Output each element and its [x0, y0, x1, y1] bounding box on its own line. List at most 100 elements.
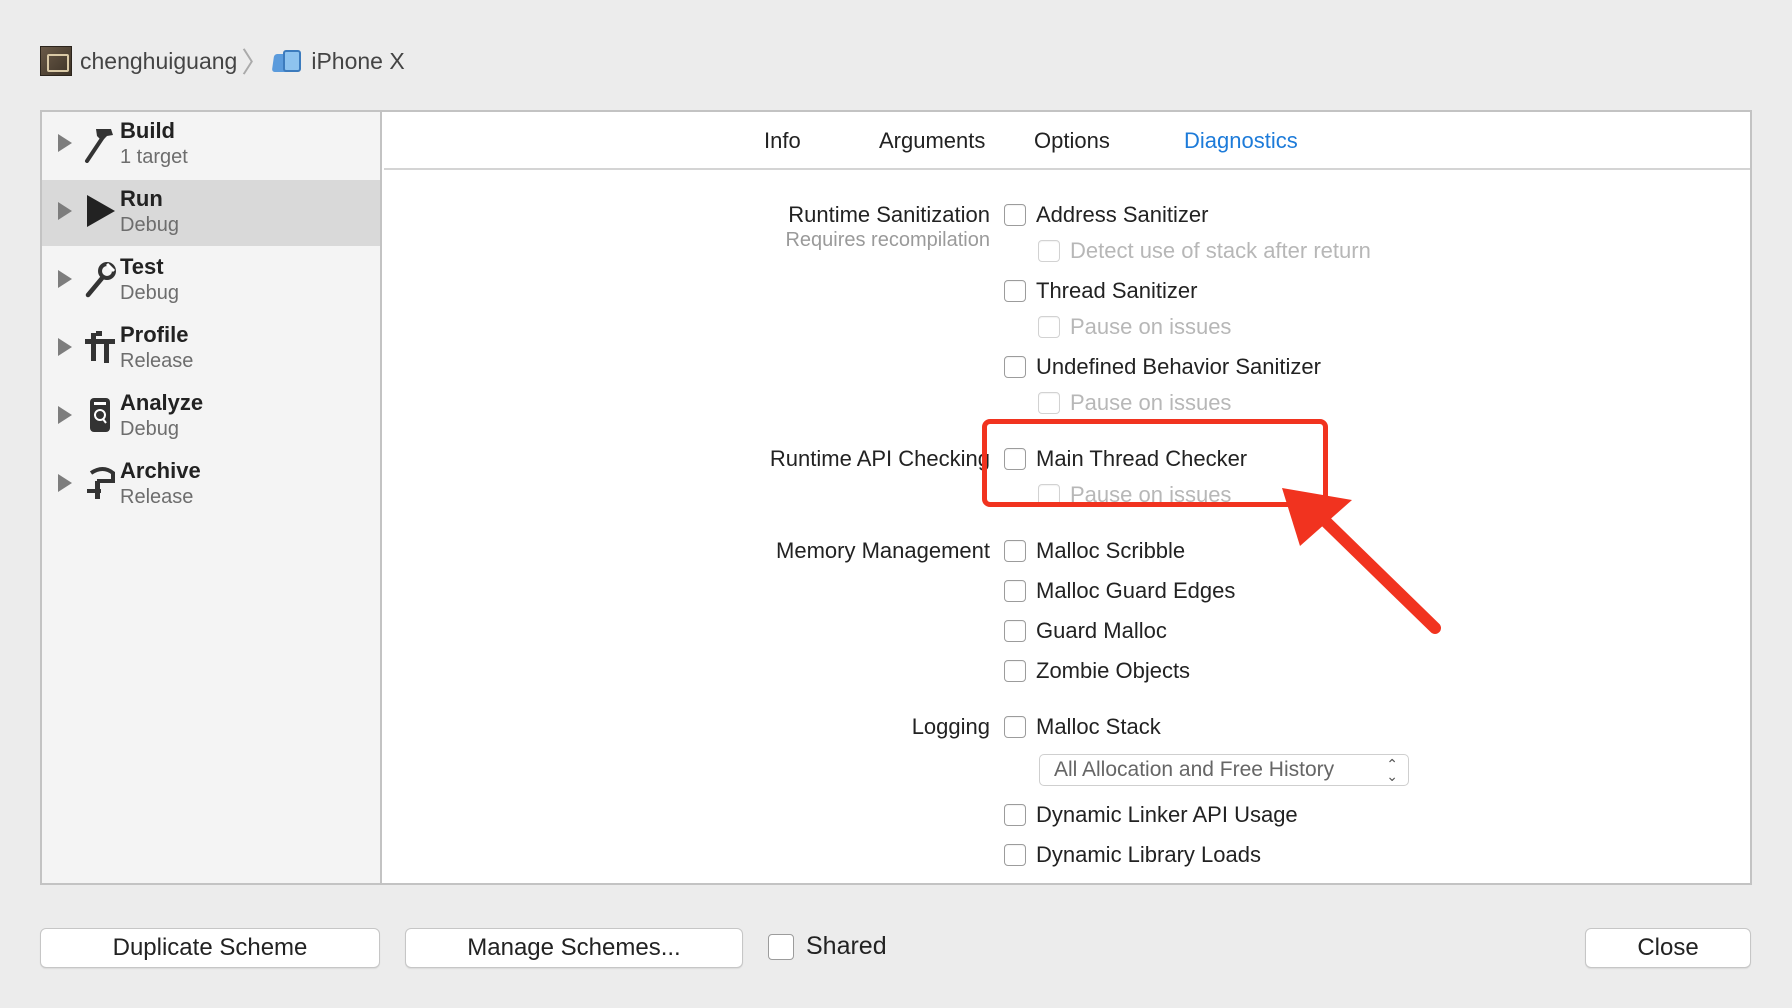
scheme-editor-panel: Build 1 target Run Debug Test Debug Prof… — [40, 110, 1752, 885]
option-label: Malloc Scribble — [1036, 538, 1186, 563]
sidebar-item-subtitle: Debug — [120, 282, 179, 304]
disclosure-triangle-icon[interactable] — [58, 406, 72, 424]
analyze-icon — [82, 394, 118, 436]
section-label-runtime-api-checking: Runtime API Checking — [769, 446, 990, 471]
tab-arguments[interactable]: Arguments — [879, 128, 985, 154]
tab-options[interactable]: Options — [1034, 128, 1110, 154]
checkbox-box[interactable] — [1004, 580, 1026, 602]
option-label: Detect use of stack after return — [1070, 238, 1371, 263]
detect-stack-after-return-checkbox: Detect use of stack after return — [1038, 238, 1371, 264]
zombie-objects-checkbox[interactable]: Zombie Objects — [1004, 658, 1190, 684]
dynamic-library-loads-checkbox[interactable]: Dynamic Library Loads — [1004, 842, 1261, 868]
hammer-icon — [82, 122, 118, 164]
checkbox-box — [1038, 240, 1060, 262]
option-label: Pause on issues — [1070, 314, 1232, 339]
option-label: Malloc Guard Edges — [1036, 578, 1236, 603]
tab-diagnostics[interactable]: Diagnostics — [1184, 128, 1298, 154]
popup-chevron-icon: ⌃ ⌄ — [1386, 756, 1398, 784]
sidebar-item-title: Build — [120, 118, 175, 143]
address-sanitizer-checkbox[interactable]: Address Sanitizer — [1004, 202, 1208, 228]
sidebar-item-subtitle: Release — [120, 350, 194, 372]
disclosure-triangle-icon[interactable] — [58, 338, 72, 356]
malloc-guard-edges-checkbox[interactable]: Malloc Guard Edges — [1004, 578, 1235, 604]
malloc-stack-checkbox[interactable]: Malloc Stack — [1004, 714, 1161, 740]
malloc-scribble-checkbox[interactable]: Malloc Scribble — [1004, 538, 1185, 564]
checkbox-box[interactable] — [1004, 448, 1026, 470]
disclosure-triangle-icon[interactable] — [58, 202, 72, 220]
breadcrumb-device[interactable]: iPhone X — [311, 48, 404, 75]
manage-schemes-button[interactable]: Manage Schemes... — [405, 928, 743, 968]
disclosure-triangle-icon[interactable] — [58, 270, 72, 288]
checkbox-box[interactable] — [1004, 660, 1026, 682]
duplicate-scheme-button[interactable]: Duplicate Scheme — [40, 928, 380, 968]
section-label-memory-management: Memory Management — [776, 538, 990, 563]
checkbox-box[interactable] — [1004, 540, 1026, 562]
project-icon — [40, 46, 72, 76]
thread-sanitizer-checkbox[interactable]: Thread Sanitizer — [1004, 278, 1197, 304]
sidebar-item-subtitle: Debug — [120, 418, 179, 440]
main-thread-checker-pause-checkbox: Pause on issues — [1038, 482, 1231, 508]
checkbox-box[interactable] — [1004, 844, 1026, 866]
diagnostics-pane: Runtime Sanitization Requires recompilat… — [384, 172, 1750, 883]
sidebar-item-title: Profile — [120, 322, 189, 347]
checkbox-box[interactable] — [1004, 804, 1026, 826]
checkbox-box — [1038, 484, 1060, 506]
sidebar-item-test[interactable]: Test Debug — [42, 248, 380, 314]
sidebar-item-run[interactable]: Run Debug — [42, 180, 380, 246]
sidebar-item-analyze[interactable]: Analyze Debug — [42, 384, 380, 450]
checkbox-box[interactable] — [1004, 356, 1026, 378]
checkbox-box — [1038, 392, 1060, 414]
sidebar-item-archive[interactable]: Archive Release — [42, 452, 380, 518]
play-icon — [82, 190, 118, 232]
option-label: Undefined Behavior Sanitizer — [1036, 354, 1321, 379]
option-label: Main Thread Checker — [1036, 446, 1248, 471]
section-note-requires-recompilation: Requires recompilation — [785, 229, 990, 251]
thread-sanitizer-pause-checkbox: Pause on issues — [1038, 314, 1231, 340]
sidebar-item-profile[interactable]: Profile Release — [42, 316, 380, 382]
option-label: Guard Malloc — [1036, 618, 1167, 643]
tab-info[interactable]: Info — [764, 128, 801, 154]
option-label: Pause on issues — [1070, 390, 1232, 415]
checkbox-box[interactable] — [1004, 716, 1026, 738]
checkbox-box[interactable] — [1004, 620, 1026, 642]
guard-malloc-checkbox[interactable]: Guard Malloc — [1004, 618, 1167, 644]
tab-bar: Info Arguments Options Diagnostics — [384, 112, 1750, 170]
close-button[interactable]: Close — [1585, 928, 1751, 968]
checkbox-box — [1038, 316, 1060, 338]
breadcrumb: chenghuiguang 〉 iPhone X — [40, 44, 405, 78]
option-label: Thread Sanitizer — [1036, 278, 1198, 303]
checkbox-box[interactable] — [1004, 280, 1026, 302]
option-label: Zombie Objects — [1036, 658, 1191, 683]
scheme-actions-sidebar: Build 1 target Run Debug Test Debug Prof… — [42, 112, 382, 883]
sidebar-item-subtitle: Release — [120, 486, 194, 508]
malloc-stack-mode-popup[interactable]: All Allocation and Free History ⌃ ⌄ — [1039, 754, 1409, 786]
instruments-icon — [82, 326, 118, 368]
sidebar-item-title: Run — [120, 186, 163, 211]
ubsan-pause-checkbox: Pause on issues — [1038, 390, 1231, 416]
shared-checkbox[interactable]: Shared — [768, 932, 887, 961]
device-icon — [272, 48, 303, 74]
disclosure-triangle-icon[interactable] — [58, 474, 72, 492]
sidebar-item-title: Analyze — [120, 390, 204, 415]
option-label: Dynamic Library Loads — [1036, 842, 1261, 867]
archive-icon — [82, 462, 118, 504]
option-label: Pause on issues — [1070, 482, 1232, 507]
wrench-icon — [82, 258, 118, 300]
option-label: Dynamic Linker API Usage — [1036, 802, 1298, 827]
breadcrumb-separator-icon: 〉 — [241, 47, 270, 78]
option-label: Malloc Stack — [1036, 714, 1161, 739]
section-label-runtime-sanitization: Runtime Sanitization — [788, 202, 990, 227]
section-label-logging: Logging — [911, 714, 990, 739]
sidebar-item-subtitle: 1 target — [120, 146, 188, 168]
checkbox-box[interactable] — [768, 933, 794, 960]
main-thread-checker-checkbox[interactable]: Main Thread Checker — [1004, 446, 1247, 472]
dynamic-linker-api-usage-checkbox[interactable]: Dynamic Linker API Usage — [1004, 802, 1298, 828]
checkbox-box[interactable] — [1004, 204, 1026, 226]
breadcrumb-project[interactable]: chenghuiguang — [80, 48, 237, 75]
sidebar-item-title: Archive — [120, 458, 201, 483]
shared-label: Shared — [806, 932, 887, 960]
undefined-behavior-sanitizer-checkbox[interactable]: Undefined Behavior Sanitizer — [1004, 354, 1321, 380]
sidebar-item-title: Test — [120, 254, 164, 279]
disclosure-triangle-icon[interactable] — [58, 134, 72, 152]
sidebar-item-build[interactable]: Build 1 target — [42, 112, 380, 178]
